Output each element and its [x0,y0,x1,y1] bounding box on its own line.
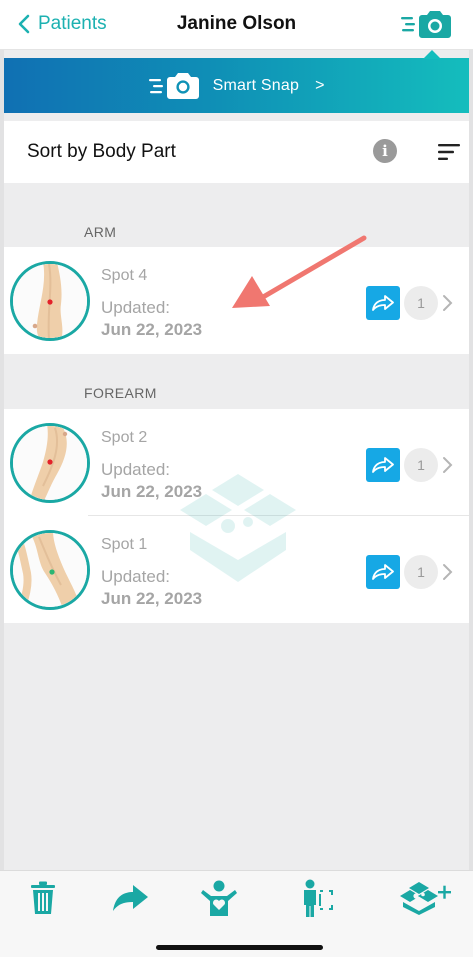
spot-thumbnail [10,261,90,341]
updated-label: Updated: [101,460,170,479]
delete-button[interactable] [23,879,63,917]
sort-icon[interactable] [437,142,461,162]
annotation-arrow [232,235,367,308]
forearm-image [13,533,87,607]
camera-icon [401,11,451,38]
box-add-icon [400,882,451,915]
person-heart-icon [201,880,237,916]
updated-label: Updated: [101,298,170,317]
spot-thumbnail [10,530,90,610]
trash-icon [31,881,55,914]
image-count-badge: 1 [404,555,438,589]
share-icon [372,564,394,580]
compare-button[interactable] [296,879,336,917]
share-icon [113,885,148,911]
forearm-image [13,426,87,500]
spot-name: Spot 2 [101,429,148,446]
image-count-badge: 1 [404,286,438,320]
sort-label: Sort by Body Part [27,141,176,162]
spot-name: Spot 4 [101,267,148,284]
bottom-toolbar [0,870,473,957]
smart-snap-label: Smart Snap [212,76,300,94]
chevron-right-icon[interactable] [440,453,454,477]
patient-profile-button[interactable] [199,879,239,917]
home-indicator [156,945,323,950]
updated-date: Jun 22, 2023 [101,320,203,339]
section-header-forearm: FOREARM [84,385,157,401]
smart-snap-camera-button[interactable] [399,8,453,40]
chevron-right-icon[interactable] [440,291,454,315]
section-header-arm: ARM [84,224,117,240]
arm-image [13,264,87,338]
share-toolbar-button[interactable] [110,879,150,917]
share-icon [372,295,394,311]
camera-icon [148,72,199,99]
spot-name: Spot 1 [101,536,148,553]
smart-snap-banner[interactable]: Smart Snap > [4,50,469,113]
updated-date: Jun 22, 2023 [101,589,203,608]
person-compare-icon [304,879,333,917]
box-watermark-icon [180,474,296,582]
image-count-badge: 1 [404,448,438,482]
add-to-box-button[interactable] [398,879,454,917]
info-icon[interactable]: i [373,139,397,163]
sort-row: Sort by Body Part i [4,121,469,183]
smart-snap-chevron: > [315,76,325,94]
updated-label: Updated: [101,567,170,586]
share-button[interactable] [366,448,400,482]
share-button[interactable] [366,555,400,589]
banner-pointer [423,50,441,59]
chevron-right-icon[interactable] [440,560,454,584]
share-icon [372,457,394,473]
navigation-bar: Patients Janine Olson [0,0,473,50]
spot-thumbnail [10,423,90,503]
